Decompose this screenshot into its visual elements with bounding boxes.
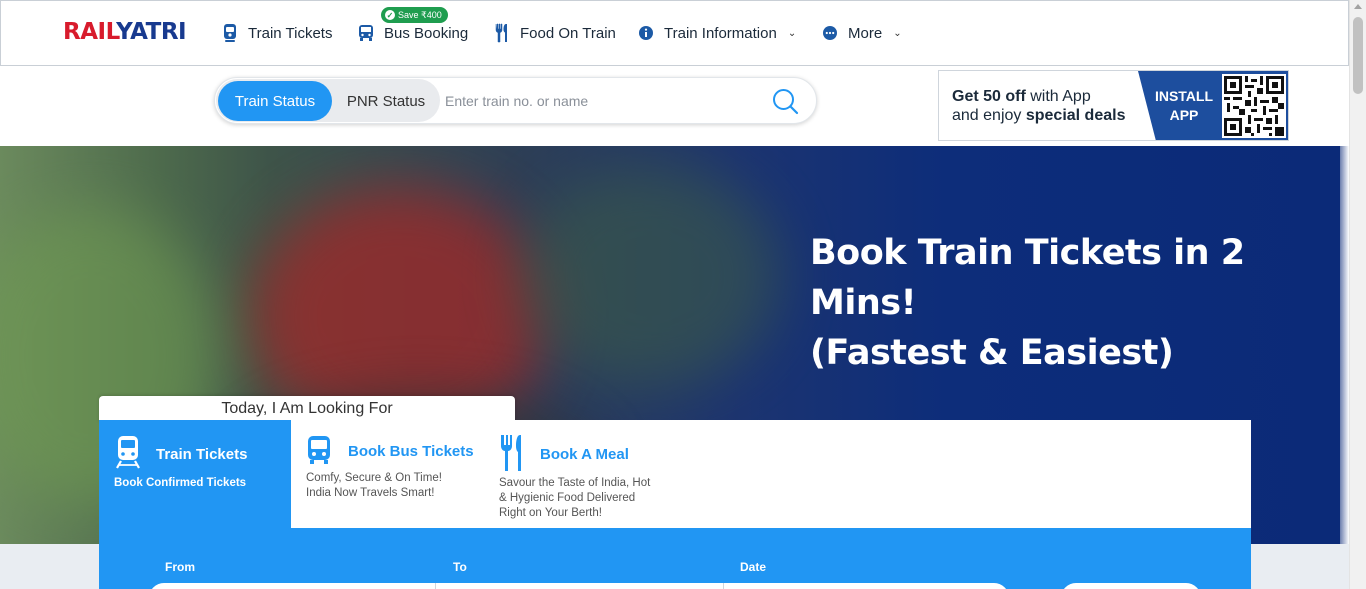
train-icon (115, 434, 141, 475)
nav-more[interactable]: More ⌄ (821, 23, 902, 43)
option-subtitle-line: & Hygienic Food Delivered (499, 492, 636, 504)
promo-deals: special deals (1025, 107, 1126, 124)
nav-bus-booking[interactable]: Bus Booking (357, 23, 468, 43)
hero-title-line1: Book Train Tickets in 2 Mins! (810, 233, 1245, 323)
app-promo-banner[interactable]: Get 50 off with App and enjoy special de… (938, 70, 1289, 141)
nav-food-on-train[interactable]: Food On Train (493, 23, 616, 43)
logo-part-rail: RAIL (63, 19, 117, 45)
option-subtitle-line: Right on Your Berth! (499, 507, 602, 519)
search-icon[interactable] (771, 87, 799, 115)
tab-pnr-status[interactable]: PNR Status (334, 81, 438, 121)
tab-train-status[interactable]: Train Status (218, 81, 332, 121)
train-ticket-icon (221, 23, 239, 43)
status-tabs: Train Status PNR Status (216, 79, 440, 122)
logo-part-yatri: YATRI (116, 19, 187, 45)
save-badge-text: Save ₹400 (398, 9, 442, 20)
promo-line2: and enjoy (952, 107, 1026, 124)
train-search-input[interactable] (445, 86, 765, 116)
nav-label: Bus Booking (384, 24, 469, 42)
nav-label: Train Information (664, 24, 777, 42)
app-label: APP (1169, 107, 1199, 123)
field-divider (723, 583, 724, 589)
status-search-bar: Train Status PNR Status (214, 77, 817, 124)
nav-label: Food On Train (520, 24, 616, 42)
field-divider (435, 583, 436, 589)
route-date-input[interactable] (149, 583, 1009, 589)
option-book-meal[interactable]: Book A Meal Savour the Taste of India, H… (491, 420, 691, 528)
looking-for-label: Today, I Am Looking For (99, 396, 515, 422)
bus-icon (357, 23, 375, 43)
top-header: RAILYATRI Train Tickets ✓ Save ₹400 Bus … (0, 0, 1349, 66)
page: RAILYATRI Train Tickets ✓ Save ₹400 Bus … (0, 0, 1366, 589)
more-dots-icon (821, 23, 839, 43)
nav-label: Train Tickets (248, 24, 333, 42)
install-label: INSTALL (1154, 88, 1214, 104)
option-title: Book Bus Tickets (348, 443, 474, 460)
fork-spoon-icon (499, 434, 525, 477)
booking-options-card: Train Tickets Book Confirmed Tickets Boo… (99, 420, 1251, 528)
save-badge: ✓ Save ₹400 (381, 7, 448, 23)
scroll-up-arrow-icon[interactable] (1354, 4, 1362, 9)
train-search-form: From To Date (99, 528, 1251, 589)
option-subtitle: Savour the Taste of India, Hot & Hygieni… (499, 476, 650, 521)
check-icon: ✓ (385, 10, 395, 20)
promo-text: Get 50 off with App and enjoy special de… (952, 87, 1125, 125)
info-icon (637, 23, 655, 43)
date-label: Date (740, 560, 767, 574)
chevron-down-icon: ⌄ (893, 27, 902, 39)
nav-label: More (848, 24, 883, 42)
option-subtitle-line: Savour the Taste of India, Hot (499, 477, 651, 489)
option-title: Book A Meal (540, 446, 629, 463)
scroll-thumb[interactable] (1353, 17, 1363, 94)
option-bus-tickets[interactable]: Book Bus Tickets Comfy, Secure & On Time… (291, 420, 491, 528)
railyatri-logo[interactable]: RAILYATRI (63, 19, 187, 45)
install-app-button[interactable]: INSTALL APP (1154, 87, 1214, 125)
bus-icon (306, 435, 332, 470)
from-label: From (165, 560, 195, 574)
hero-trees-image (520, 166, 780, 386)
nav-train-information[interactable]: Train Information ⌄ (637, 23, 796, 43)
promo-line1: with App (1025, 88, 1091, 105)
option-subtitle: Book Confirmed Tickets (114, 477, 247, 489)
option-title: Train Tickets (156, 446, 248, 463)
option-train-tickets[interactable]: Train Tickets Book Confirmed Tickets (99, 420, 291, 528)
hero-edge-fade (1340, 146, 1349, 544)
option-subtitle: Comfy, Secure & On Time! India Now Trave… (306, 471, 442, 501)
hero-title-line2: (Fastest & Easiest) (810, 333, 1174, 373)
option-subtitle-line: Comfy, Secure & On Time! (306, 472, 442, 484)
chevron-down-icon: ⌄ (787, 27, 797, 39)
fork-spoon-icon (493, 23, 511, 43)
to-label: To (453, 560, 467, 574)
hero-title: Book Train Tickets in 2 Mins! (Fastest &… (810, 228, 1330, 378)
option-subtitle-line: India Now Travels Smart! (306, 487, 435, 499)
search-trains-button[interactable] (1061, 583, 1201, 589)
page-scrollbar[interactable] (1349, 0, 1366, 589)
promo-offer: Get 50 off (952, 88, 1026, 105)
nav-train-tickets[interactable]: Train Tickets (221, 23, 332, 43)
qr-code-icon (1222, 74, 1286, 138)
